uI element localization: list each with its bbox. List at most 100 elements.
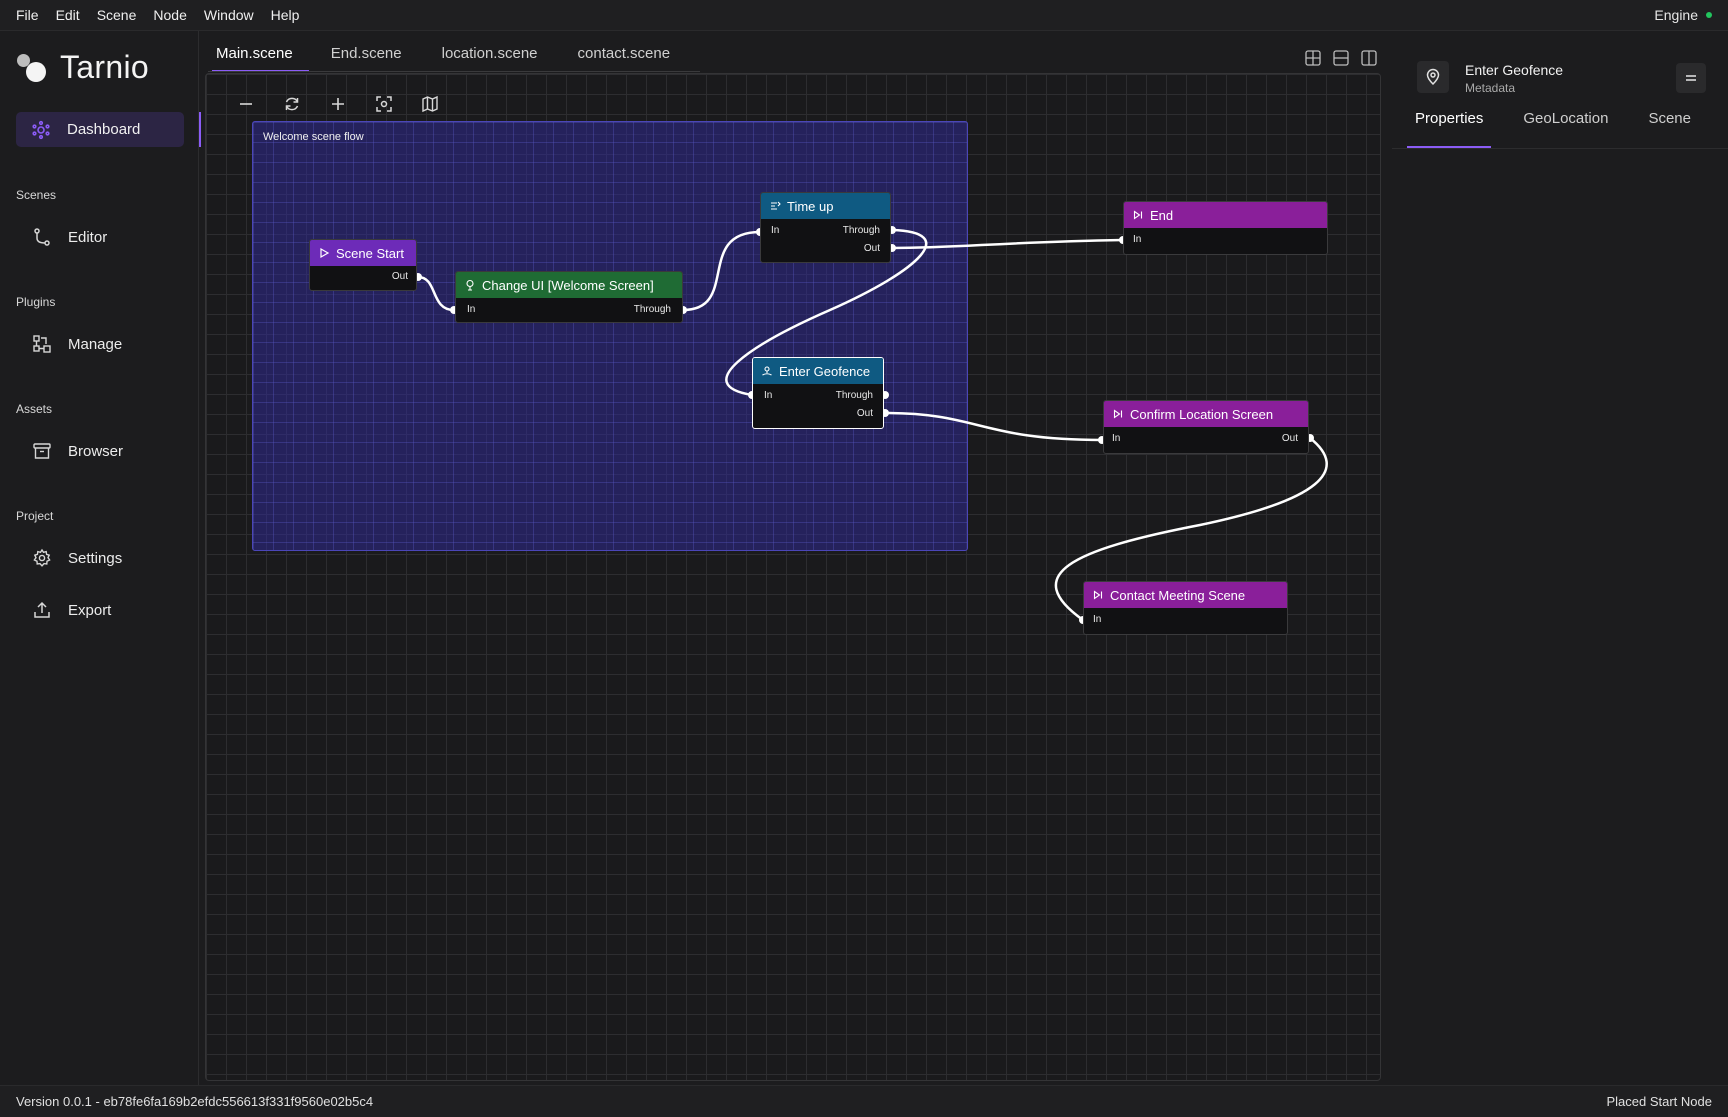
sidebar-item-label: Manage [68, 335, 123, 353]
menu-icon [1686, 75, 1696, 81]
node-header[interactable]: End [1124, 202, 1327, 228]
node-time-up[interactable]: Time up In Through Out [760, 192, 891, 263]
view-layout-switcher [1303, 48, 1379, 68]
engine-status[interactable]: Engine [1654, 7, 1712, 23]
tab-end-scene[interactable]: End.scene [309, 31, 418, 71]
port-through-label: Through [835, 390, 873, 401]
node-title: Change UI [Welcome Screen] [482, 277, 654, 293]
node-header[interactable]: Enter Geofence [753, 358, 883, 384]
version-text: Version 0.0.1 - eb78fe6fa169b2efdc556613… [16, 1094, 374, 1109]
node-title: Time up [787, 198, 834, 214]
brand: Tarnio [16, 49, 149, 86]
node-group[interactable]: Welcome scene flow [252, 121, 968, 551]
sidebar-item-export[interactable]: Export [32, 600, 111, 620]
menu-help[interactable]: Help [271, 7, 300, 23]
sidebar-item-manage[interactable]: Manage [32, 334, 122, 354]
menu-edit[interactable]: Edit [56, 7, 80, 23]
skip-icon [1113, 409, 1123, 419]
port-in-label: In [467, 304, 476, 315]
sidebar-item-label: Export [68, 601, 112, 619]
tab-location-scene[interactable]: location.scene [418, 31, 554, 71]
upload-icon [32, 600, 52, 620]
ui-icon [466, 279, 474, 291]
port-out-label: Out [863, 243, 880, 254]
menu-file[interactable]: File [16, 7, 39, 23]
node-scene-start[interactable]: Scene Start Out [309, 239, 417, 291]
geofence-icon [762, 366, 772, 376]
gear-icon [32, 548, 52, 568]
node-title: Scene Start [336, 245, 404, 261]
sidebar-item-label: Dashboard [67, 121, 141, 138]
port-in-label: In [771, 225, 780, 236]
properties-title: Enter Geofence [1465, 62, 1564, 78]
skip-icon [1133, 210, 1143, 220]
sidebar-item-browser[interactable]: Browser [32, 441, 123, 461]
node-title: Confirm Location Screen [1130, 406, 1274, 422]
grid-layout-icon[interactable] [1303, 48, 1323, 68]
tab-main-scene[interactable]: Main.scene [200, 31, 309, 72]
node-header[interactable]: Change UI [Welcome Screen] [456, 272, 682, 298]
sidebar: Tarnio Dashboard Scenes Editor Plugins M… [0, 31, 201, 1085]
node-header[interactable]: Contact Meeting Scene [1084, 582, 1287, 608]
focus-icon[interactable] [372, 92, 396, 116]
canvas-toolbar [234, 92, 442, 116]
sidebar-item-label: Browser [68, 442, 124, 460]
port-in-label: In [1133, 234, 1142, 245]
menu-list: File Edit Scene Node Window Help [0, 7, 316, 23]
group-title: Welcome scene flow [263, 131, 364, 143]
status-message: Placed Start Node [1606, 1094, 1712, 1109]
sidebar-item-dashboard[interactable]: Dashboard [16, 112, 201, 147]
node-header[interactable]: Time up [761, 193, 890, 219]
menu-window[interactable]: Window [204, 7, 254, 23]
menu-node[interactable]: Node [153, 7, 186, 23]
plugin-icon [32, 334, 52, 354]
port-out-label: Out [856, 408, 873, 419]
port-through-label: Through [842, 225, 880, 236]
map-icon[interactable] [418, 92, 442, 116]
section-plugins: Plugins [16, 295, 56, 309]
engine-status-dot [1706, 12, 1712, 18]
skip-icon [1093, 590, 1103, 600]
node-header[interactable]: Scene Start [310, 240, 416, 266]
branch-icon [32, 227, 52, 247]
section-project: Project [16, 509, 54, 523]
zoom-in-icon[interactable] [326, 92, 350, 116]
play-icon [320, 247, 330, 259]
port-out-label: Out [391, 271, 408, 282]
tab-properties[interactable]: Properties [1406, 110, 1492, 148]
tab-contact-scene[interactable]: contact.scene [554, 31, 687, 71]
engine-label: Engine [1654, 7, 1698, 23]
section-assets: Assets [16, 402, 53, 416]
timer-icon [771, 201, 781, 210]
node-enter-geofence[interactable]: Enter Geofence In Through Out [752, 357, 884, 429]
panel-menu-button[interactable] [1676, 63, 1706, 93]
tab-scene[interactable]: Scene [1648, 110, 1691, 148]
split-horizontal-icon[interactable] [1331, 48, 1351, 68]
properties-subtitle: Metadata [1465, 81, 1516, 95]
tab-geolocation[interactable]: GeoLocation [1523, 110, 1608, 148]
sidebar-item-editor[interactable]: Editor [32, 227, 107, 247]
properties-tabs: Properties GeoLocation Scene [1406, 110, 1728, 148]
node-end[interactable]: End In [1123, 201, 1328, 255]
node-contact-meeting-scene[interactable]: Contact Meeting Scene In [1083, 581, 1288, 635]
scene-tabs: Main.scene End.scene location.scene cont… [200, 31, 687, 72]
tabs-divider [208, 71, 700, 72]
archive-icon [32, 441, 52, 461]
refresh-icon[interactable] [280, 92, 304, 116]
port-through-label: Through [633, 304, 671, 315]
node-header[interactable]: Confirm Location Screen [1104, 401, 1308, 427]
logo-icon [16, 51, 50, 85]
menu-scene[interactable]: Scene [97, 7, 137, 23]
section-scenes: Scenes [16, 188, 57, 202]
node-change-ui[interactable]: Change UI [Welcome Screen] In Through [455, 271, 683, 323]
zoom-out-icon[interactable] [234, 92, 258, 116]
dashboard-icon [31, 120, 51, 140]
node-confirm-location-screen[interactable]: Confirm Location Screen In Out [1103, 400, 1309, 454]
sidebar-item-label: Editor [68, 228, 108, 246]
node-title: Contact Meeting Scene [1110, 587, 1246, 603]
sidebar-item-label: Settings [68, 549, 123, 567]
split-vertical-icon[interactable] [1359, 48, 1379, 68]
port-in-label: In [1093, 614, 1102, 625]
properties-panel: Enter Geofence Metadata [1392, 31, 1728, 1085]
sidebar-item-settings[interactable]: Settings [32, 548, 122, 568]
